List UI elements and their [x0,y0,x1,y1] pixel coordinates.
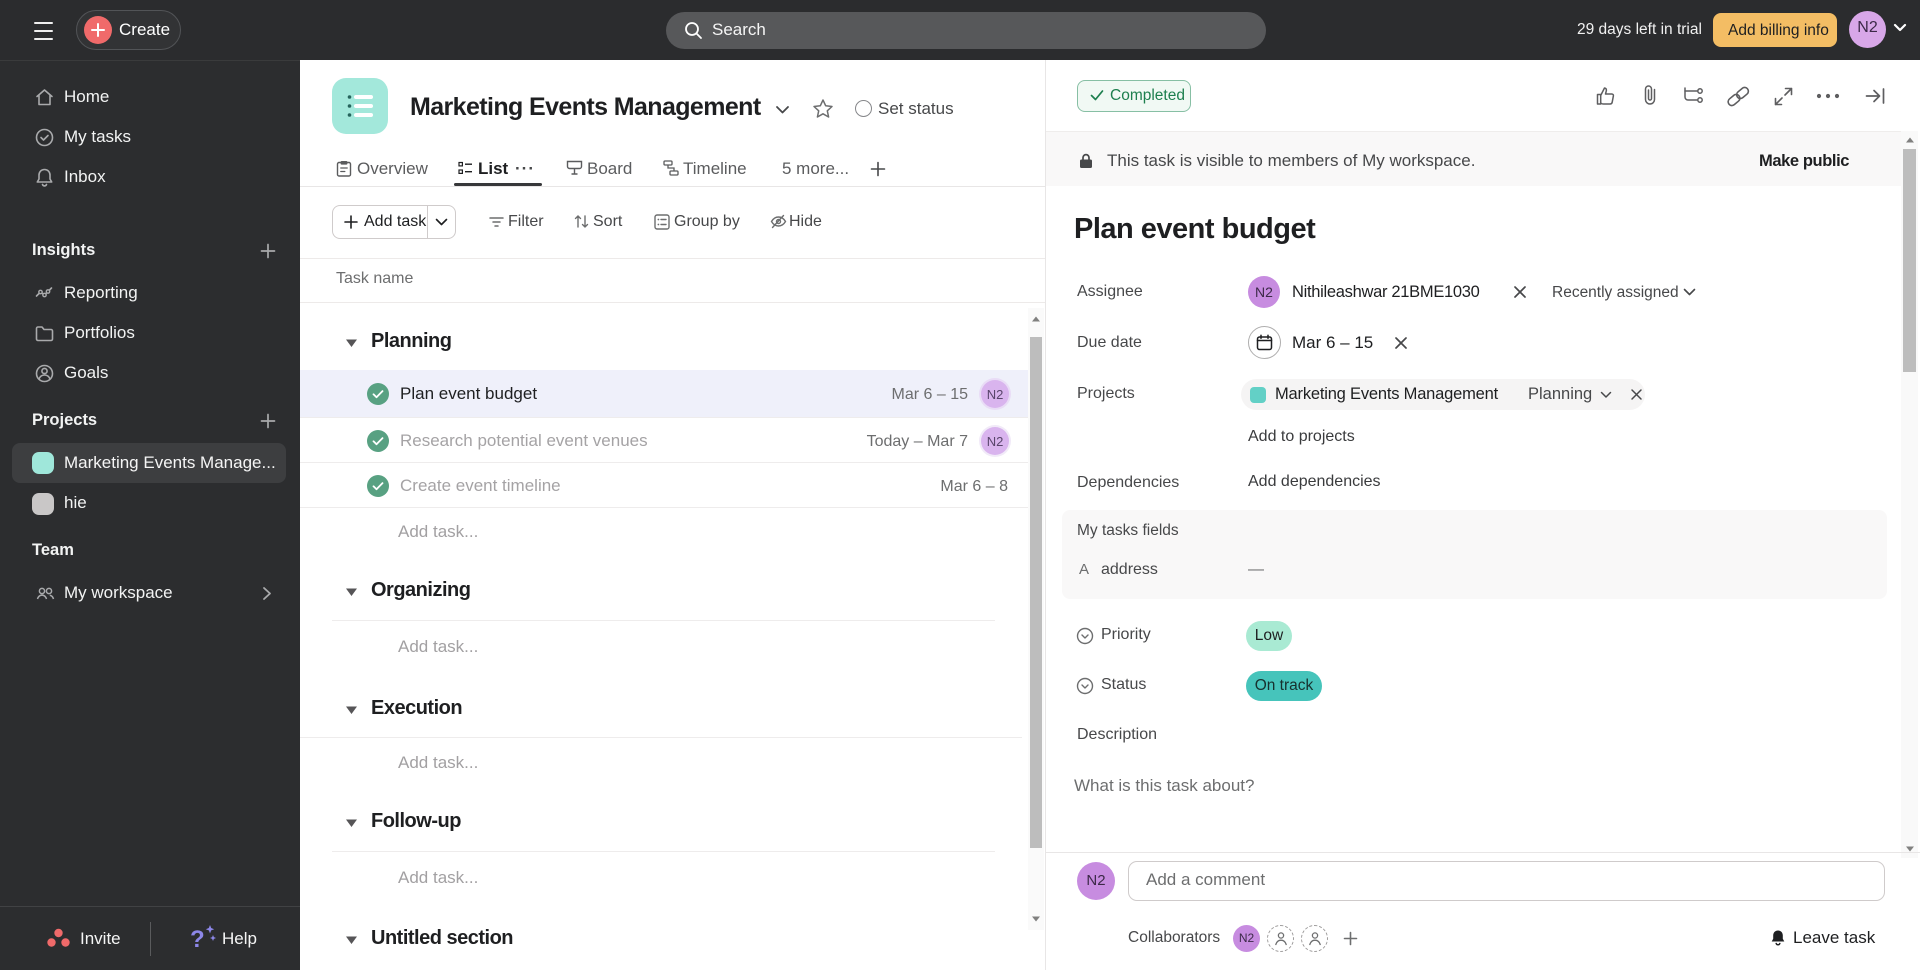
svg-text:?: ? [190,926,205,953]
